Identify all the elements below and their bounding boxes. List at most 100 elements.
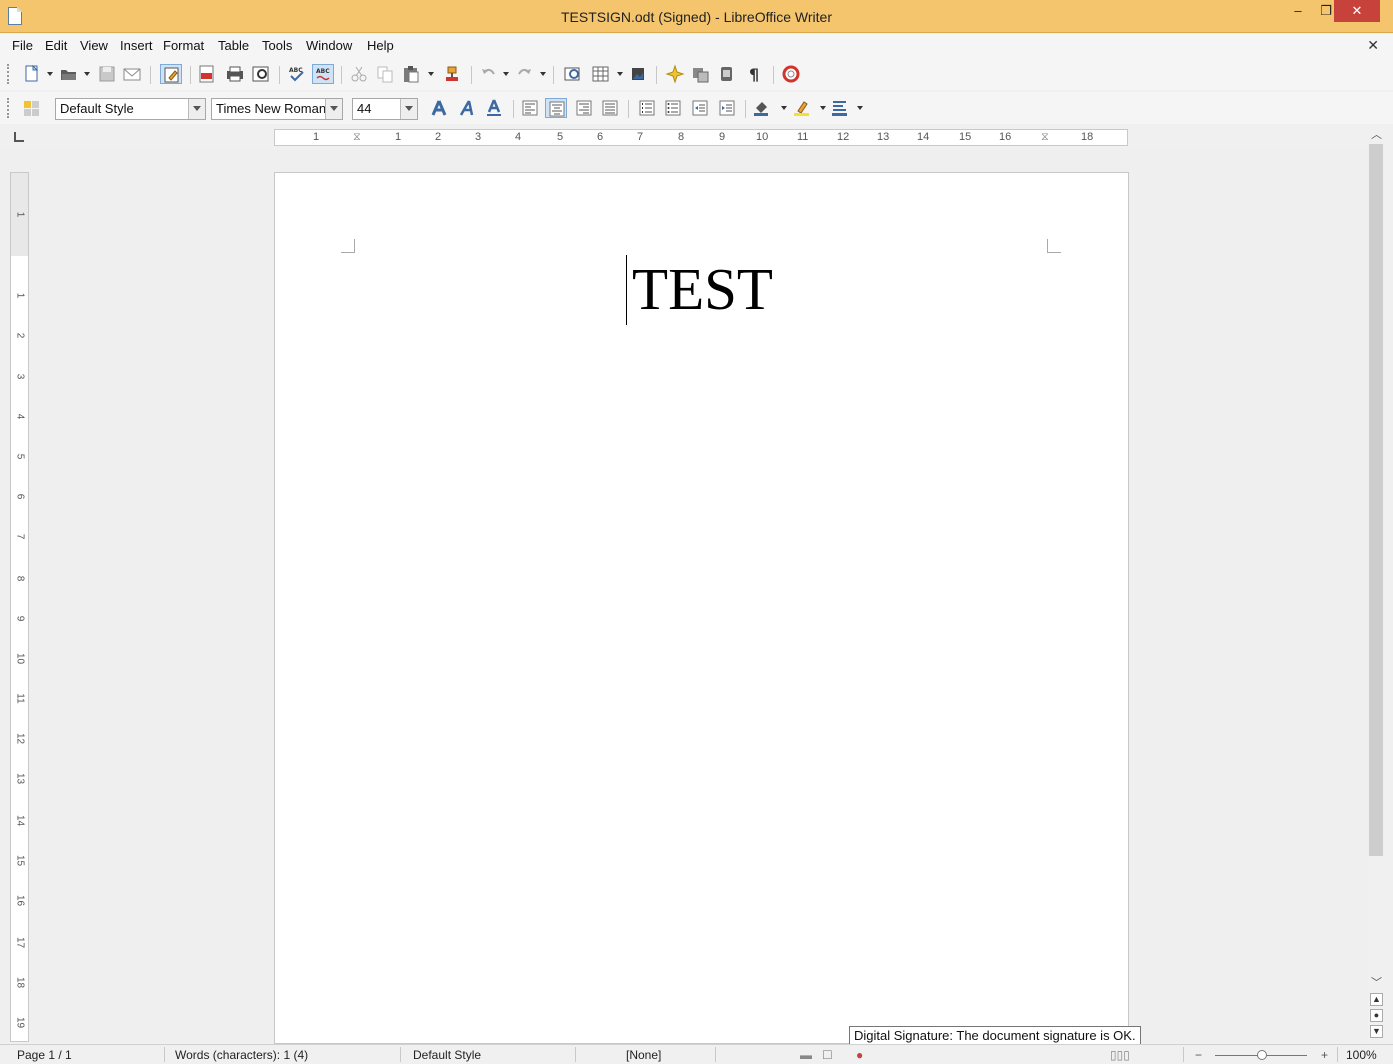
indent-marker-icon[interactable]: ⧖: [353, 131, 361, 144]
copy-icon[interactable]: [374, 64, 396, 84]
chevron-down-icon[interactable]: [325, 99, 342, 119]
styles-sidebar-icon[interactable]: [21, 98, 43, 118]
edit-mode-icon[interactable]: [160, 64, 182, 84]
align-center-icon[interactable]: [545, 98, 567, 118]
scroll-up-icon[interactable]: ︿: [1371, 126, 1382, 142]
bold-icon[interactable]: [428, 98, 450, 118]
toolbar-grip[interactable]: [7, 98, 10, 118]
menu-file[interactable]: File: [12, 38, 33, 53]
font-color-icon[interactable]: [829, 98, 851, 118]
scroll-down-icon[interactable]: ﹀: [1371, 974, 1382, 990]
highlighting-icon[interactable]: [791, 98, 813, 118]
undo-dropdown-icon[interactable]: [503, 72, 509, 76]
menu-view[interactable]: View: [80, 38, 108, 53]
open-dropdown-icon[interactable]: [84, 72, 90, 76]
ruler-number: 1: [14, 211, 26, 218]
menu-tools[interactable]: Tools: [262, 38, 292, 53]
document-body-text[interactable]: TEST: [275, 255, 1130, 324]
close-document-button[interactable]: ✕: [1367, 37, 1379, 54]
paragraph-style-select[interactable]: Default Style: [55, 98, 206, 120]
spelling-icon[interactable]: ABC: [286, 64, 308, 84]
toolbar-grip[interactable]: [7, 64, 10, 84]
document-page[interactable]: TEST: [274, 172, 1129, 1044]
formatting-toolbar: Default Style Times New Roman 44: [0, 92, 1393, 124]
align-right-icon[interactable]: [573, 98, 595, 118]
bullets-icon[interactable]: [662, 98, 684, 118]
redo-dropdown-icon[interactable]: [540, 72, 546, 76]
menu-window[interactable]: Window: [306, 38, 352, 53]
page-style[interactable]: Default Style: [413, 1048, 481, 1062]
chevron-down-icon[interactable]: [188, 99, 205, 119]
redo-icon[interactable]: [513, 64, 535, 84]
menu-help[interactable]: Help: [367, 38, 394, 53]
view-layout-icon[interactable]: ▯▯▯: [1110, 1048, 1130, 1062]
language[interactable]: [None]: [626, 1048, 661, 1062]
ruler-number: 10: [756, 131, 769, 143]
digital-signature-icon[interactable]: ●: [856, 1048, 863, 1062]
paragraph-background-icon[interactable]: [751, 98, 773, 118]
formatting-marks-icon[interactable]: ¶: [744, 64, 766, 84]
increase-indent-icon[interactable]: [716, 98, 738, 118]
next-page-icon[interactable]: ▼: [1370, 1025, 1383, 1038]
menu-table[interactable]: Table: [218, 38, 249, 53]
tab-stop-selector-icon[interactable]: [14, 132, 24, 142]
open-folder-icon[interactable]: [58, 64, 80, 84]
zoom-out-icon[interactable]: −: [1195, 1048, 1202, 1062]
justify-icon[interactable]: [599, 98, 621, 118]
insert-image-icon[interactable]: [628, 64, 650, 84]
font-name-select[interactable]: Times New Roman: [211, 98, 343, 120]
data-sources-icon[interactable]: [716, 64, 738, 84]
export-pdf-icon[interactable]: [196, 64, 218, 84]
font-color-dropdown-icon[interactable]: [857, 106, 863, 110]
zoom-in-icon[interactable]: +: [1321, 1048, 1328, 1062]
background-dropdown-icon[interactable]: [781, 106, 787, 110]
new-document-icon[interactable]: [21, 64, 43, 84]
scrollbar-thumb[interactable]: [1369, 144, 1383, 856]
highlighting-dropdown-icon[interactable]: [820, 106, 826, 110]
new-dropdown-icon[interactable]: [47, 72, 53, 76]
auto-spellcheck-icon[interactable]: ABC: [312, 64, 334, 84]
decrease-indent-icon[interactable]: [689, 98, 711, 118]
minimize-button[interactable]: –: [1283, 0, 1313, 22]
underline-icon[interactable]: [483, 98, 505, 118]
text-cursor: [626, 255, 627, 325]
table-dropdown-icon[interactable]: [617, 72, 623, 76]
right-indent-marker-icon[interactable]: ⧖: [1041, 131, 1049, 144]
navigation-icon[interactable]: ●: [1370, 1009, 1383, 1022]
vertical-scrollbar[interactable]: ︿ ﹀: [1367, 124, 1385, 1042]
insert-table-icon[interactable]: [590, 64, 612, 84]
help-lifebuoy-icon[interactable]: [780, 64, 802, 84]
save-icon[interactable]: [96, 64, 118, 84]
word-count[interactable]: Words (characters): 1 (4): [175, 1048, 308, 1062]
menu-format[interactable]: Format: [163, 38, 204, 53]
navigator-icon[interactable]: [664, 64, 686, 84]
clone-formatting-icon[interactable]: [442, 64, 464, 84]
zoom-slider-knob[interactable]: [1257, 1050, 1267, 1060]
undo-icon[interactable]: [478, 64, 500, 84]
numbering-icon[interactable]: [636, 98, 658, 118]
paste-dropdown-icon[interactable]: [428, 72, 434, 76]
title-bar: TESTSIGN.odt (Signed) - LibreOffice Writ…: [0, 0, 1393, 33]
italic-icon[interactable]: [456, 98, 478, 118]
close-window-button[interactable]: ✕: [1334, 0, 1380, 22]
zoom-level[interactable]: 100%: [1346, 1048, 1377, 1062]
vertical-ruler[interactable]: 1 1 2 3 4 5 6 7 8 9 10 11 12 13 14 15 16…: [10, 172, 29, 1042]
menu-insert[interactable]: Insert: [120, 38, 153, 53]
menu-bar: File Edit View Insert Format Table Tools…: [0, 34, 1393, 58]
cut-icon[interactable]: [348, 64, 370, 84]
print-icon[interactable]: [224, 64, 246, 84]
paste-icon[interactable]: [400, 64, 422, 84]
insert-mode-icon[interactable]: ▬: [800, 1048, 812, 1062]
chevron-down-icon[interactable]: [400, 99, 417, 119]
previous-page-icon[interactable]: ▲: [1370, 993, 1383, 1006]
font-size-select[interactable]: 44: [352, 98, 418, 120]
print-preview-icon[interactable]: [250, 64, 272, 84]
gallery-icon[interactable]: [690, 64, 712, 84]
page-count[interactable]: Page 1 / 1: [17, 1048, 72, 1062]
menu-edit[interactable]: Edit: [45, 38, 67, 53]
email-icon[interactable]: [121, 64, 143, 84]
align-left-icon[interactable]: [519, 98, 541, 118]
horizontal-ruler[interactable]: 1 ⧖ 1 2 3 4 5 6 7 8 9 10 11 12 13 14 15 …: [274, 129, 1128, 146]
document-modified-icon[interactable]: ☐: [822, 1048, 833, 1062]
find-replace-icon[interactable]: [562, 64, 584, 84]
